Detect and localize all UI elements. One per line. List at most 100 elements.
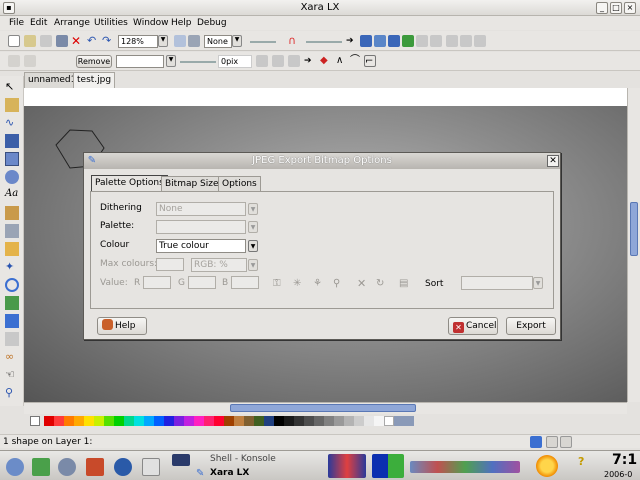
shape-name-field[interactable]: [116, 55, 164, 68]
zoom-previous-icon[interactable]: [188, 35, 200, 47]
align-icon-1[interactable]: [416, 35, 428, 47]
quality-field[interactable]: None: [204, 35, 232, 48]
delete-icon[interactable]: ✕: [70, 35, 82, 47]
bevel-tool-icon[interactable]: [5, 278, 19, 292]
window-menu-icon[interactable]: ▪: [3, 2, 15, 14]
colour-dropdown-icon[interactable]: ▼: [248, 240, 258, 252]
quality-slider[interactable]: [250, 41, 276, 43]
swatch-17[interactable]: [214, 416, 224, 426]
swatch-none[interactable]: [30, 416, 40, 426]
tab-palette-options[interactable]: Palette Options: [91, 175, 168, 192]
maximize-icon[interactable]: □: [610, 2, 622, 14]
pager-desktop-2[interactable]: [372, 454, 404, 478]
home-icon[interactable]: [86, 458, 104, 476]
pen-tool-icon[interactable]: [5, 134, 19, 148]
horizontal-scroll-thumb[interactable]: [230, 404, 416, 412]
swatch-19[interactable]: [234, 416, 244, 426]
swatch-1[interactable]: [54, 416, 64, 426]
swatch-22[interactable]: [264, 416, 274, 426]
swatch-18[interactable]: [224, 416, 234, 426]
zoom-dropdown-icon[interactable]: ▼: [158, 35, 168, 47]
horizontal-scrollbar[interactable]: [24, 402, 627, 414]
swatch-30[interactable]: [344, 416, 354, 426]
arrow-right-icon[interactable]: ➔: [346, 35, 358, 47]
cusp-icon[interactable]: ∧: [336, 55, 348, 67]
swatch-34[interactable]: [384, 416, 394, 426]
arrange-icon-2[interactable]: [374, 35, 386, 47]
text-tool-icon[interactable]: Aa: [5, 188, 19, 202]
curve-icon[interactable]: ⌒: [350, 55, 362, 67]
kde-menu-icon[interactable]: [6, 458, 24, 476]
minimize-icon[interactable]: _: [596, 2, 608, 14]
menu-debug[interactable]: Debug: [197, 16, 227, 30]
vertical-scroll-thumb[interactable]: [630, 202, 638, 256]
status-icon-2[interactable]: [546, 436, 558, 448]
swatch-26[interactable]: [304, 416, 314, 426]
browser-icon[interactable]: [114, 458, 132, 476]
swatch-3[interactable]: [74, 416, 84, 426]
fill-tool-icon[interactable]: [5, 206, 19, 220]
close-window-icon[interactable]: ×: [624, 2, 636, 14]
swatch-red[interactable]: [44, 416, 54, 426]
swatch-36[interactable]: [404, 416, 414, 426]
vertical-scrollbar[interactable]: [627, 88, 640, 402]
redo-icon[interactable]: ↷: [102, 35, 114, 47]
tool-option-icon-2[interactable]: [24, 55, 36, 67]
menu-file[interactable]: File: [9, 16, 24, 30]
launcher-icon-2[interactable]: [58, 458, 76, 476]
swatch-2[interactable]: [64, 416, 74, 426]
swatch-7[interactable]: [114, 416, 124, 426]
shadow-tool-icon[interactable]: [5, 296, 19, 310]
status-icon-3[interactable]: [560, 436, 572, 448]
menu-help[interactable]: Help: [171, 16, 192, 30]
align-icon-2[interactable]: [430, 35, 442, 47]
selector-tool-icon[interactable]: ↖: [5, 80, 19, 94]
blend-tool-icon[interactable]: [5, 242, 19, 256]
path-icon-1[interactable]: [256, 55, 268, 67]
swatch-9[interactable]: [134, 416, 144, 426]
line-icon[interactable]: ⌐: [364, 55, 376, 67]
swatch-14[interactable]: [184, 416, 194, 426]
dialog-close-icon[interactable]: ✕: [547, 155, 559, 167]
swatch-11[interactable]: [154, 416, 164, 426]
konsole-icon[interactable]: [172, 454, 190, 466]
status-icon-1[interactable]: [530, 436, 542, 448]
shape-dropdown-icon[interactable]: ▼: [166, 55, 176, 67]
colour-select[interactable]: True colour: [156, 239, 246, 253]
swatch-6[interactable]: [104, 416, 114, 426]
transparency-tool-icon[interactable]: [5, 224, 19, 238]
swatch-23[interactable]: [274, 416, 284, 426]
zoom-tool-icon[interactable]: [174, 35, 186, 47]
quality-dropdown-icon[interactable]: ▼: [232, 35, 242, 47]
remove-button[interactable]: Remove: [76, 55, 112, 68]
swatch-15[interactable]: [194, 416, 204, 426]
arrange-icon-1[interactable]: [360, 35, 372, 47]
swatch-10[interactable]: [144, 416, 154, 426]
system-tray[interactable]: [410, 461, 520, 473]
swatch-35[interactable]: [394, 416, 404, 426]
cancel-button[interactable]: ✕ Cancel: [448, 317, 498, 335]
menu-utilities[interactable]: Utilities: [94, 16, 128, 30]
extrude-tool-icon[interactable]: [5, 314, 19, 328]
swatch-8[interactable]: [124, 416, 134, 426]
launcher-icon-1[interactable]: [32, 458, 50, 476]
editor-icon[interactable]: [142, 458, 160, 476]
path-icon-3[interactable]: [288, 55, 300, 67]
swatch-33[interactable]: [374, 416, 384, 426]
contour-tool-icon[interactable]: ✦: [5, 260, 19, 274]
task-shell-konsole[interactable]: Shell - Konsole: [210, 454, 276, 464]
swatch-31[interactable]: [354, 416, 364, 426]
swatch-29[interactable]: [334, 416, 344, 426]
swatch-4[interactable]: [84, 416, 94, 426]
group-icon[interactable]: [402, 35, 414, 47]
path-icon-2[interactable]: [272, 55, 284, 67]
arrange-icon-3[interactable]: [388, 35, 400, 47]
zoom-field[interactable]: 128%: [118, 35, 158, 48]
import-icon[interactable]: [40, 35, 52, 47]
dialog-app-icon[interactable]: ✎: [86, 155, 98, 167]
menu-edit[interactable]: Edit: [30, 16, 47, 30]
swatch-24[interactable]: [284, 416, 294, 426]
help-tray-icon[interactable]: ?: [578, 455, 584, 468]
zoom-tool-icon-left[interactable]: ⚲: [5, 386, 19, 400]
align-icon-4[interactable]: [460, 35, 472, 47]
